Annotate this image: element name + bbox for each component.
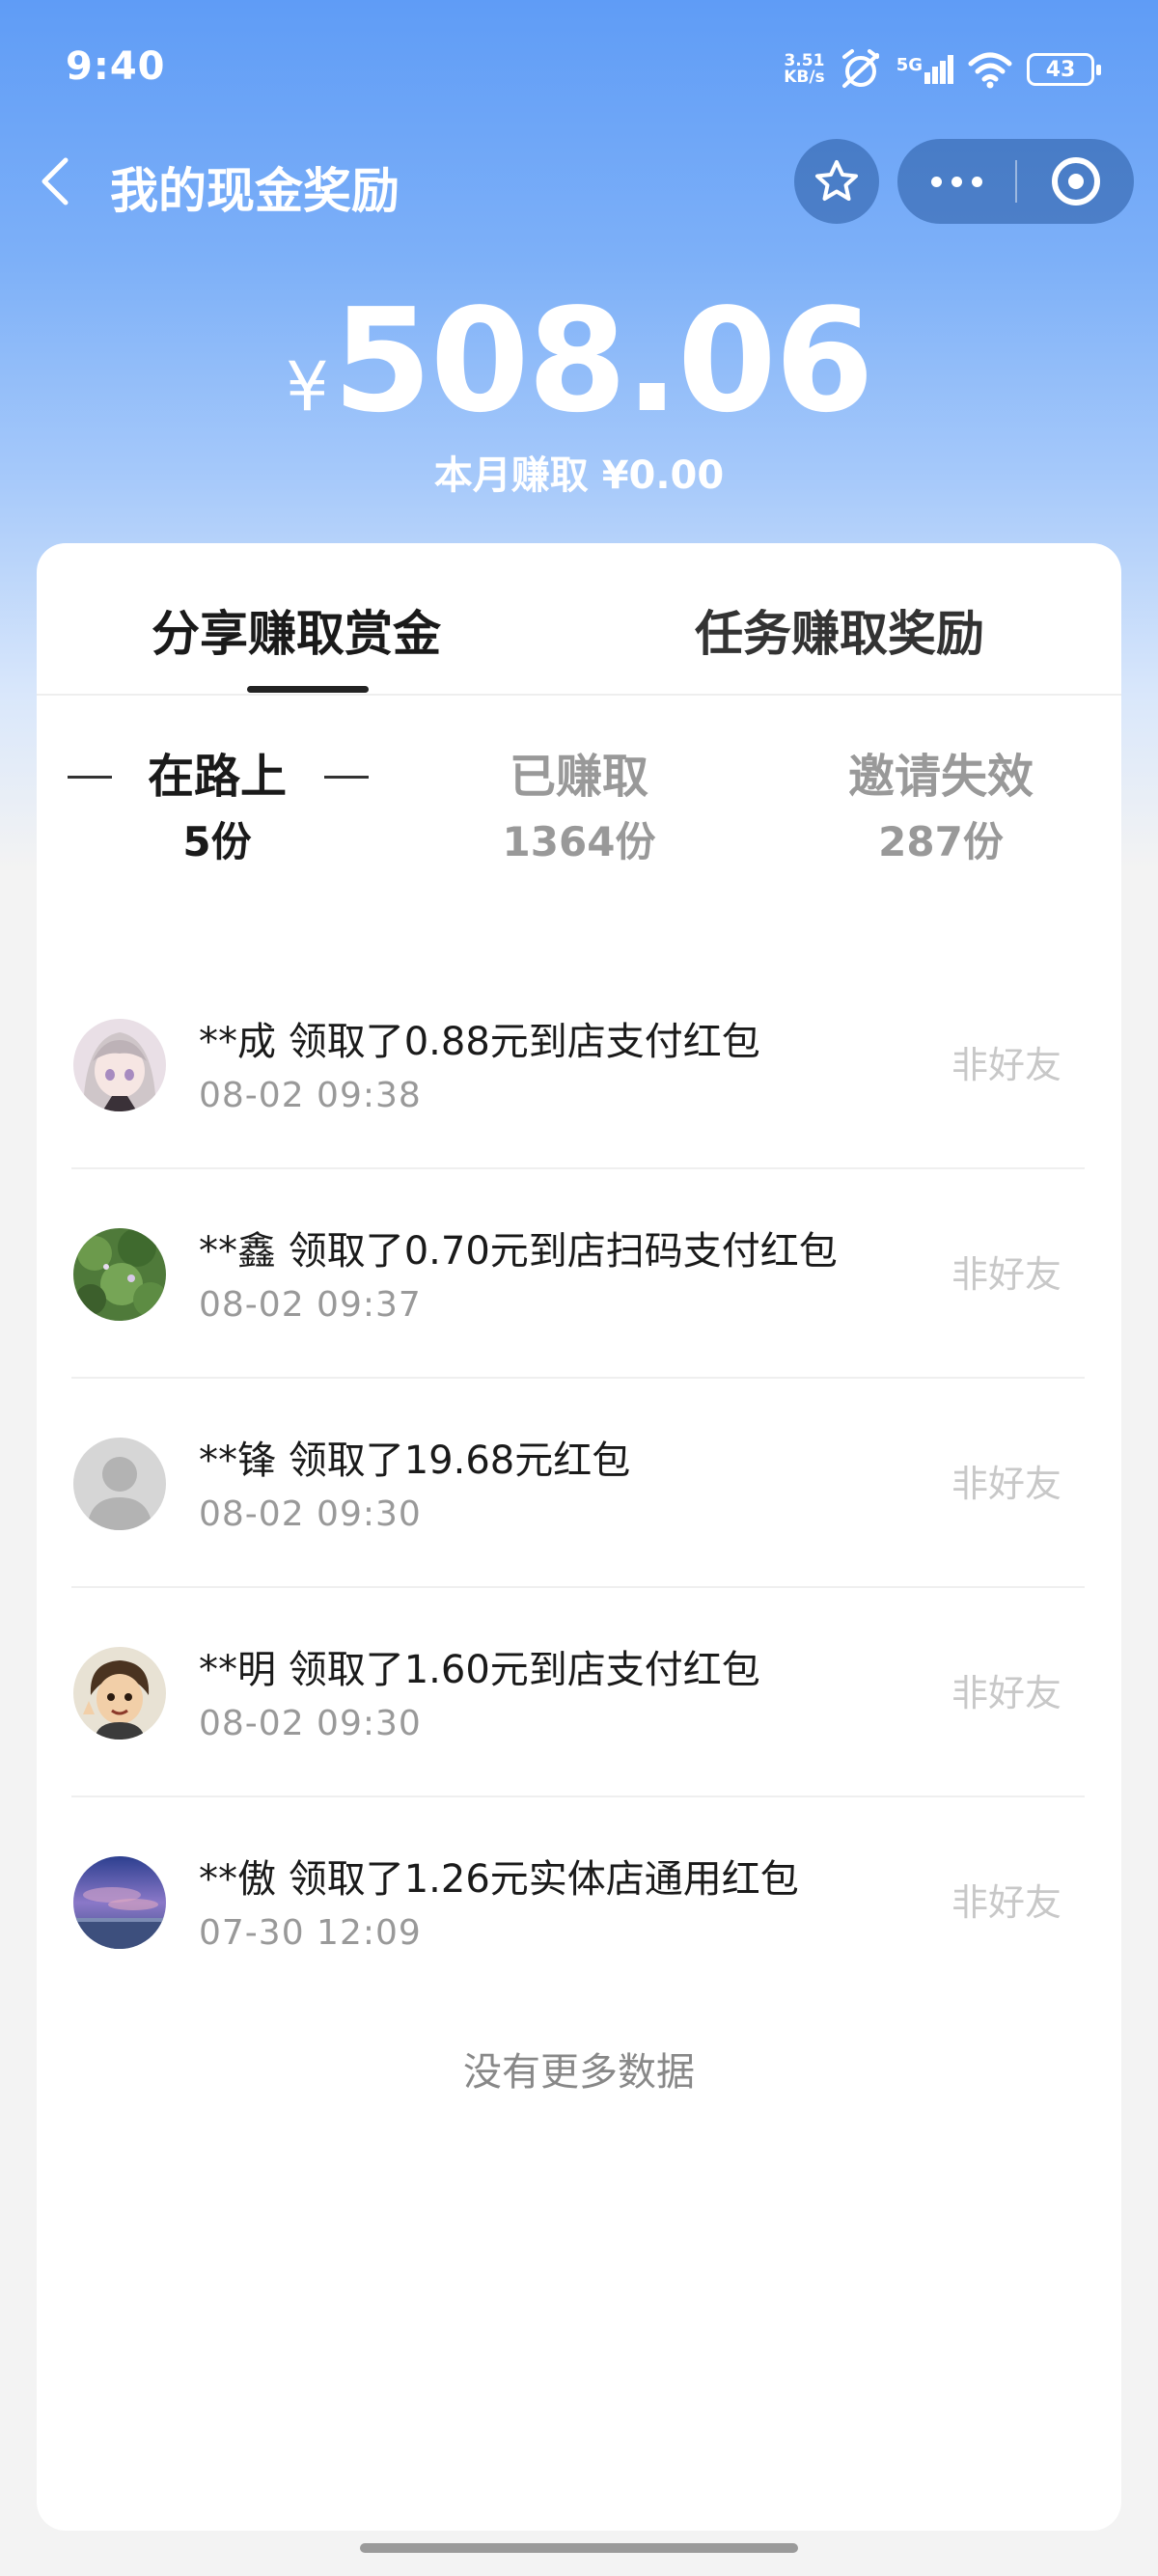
filter-in-progress[interactable]: 在路上 5份 — [37, 746, 398, 871]
avatar — [73, 1647, 166, 1740]
record-time: 08-02 09:38 — [199, 1076, 422, 1115]
main-tabs: 分享赚取赏金 任务赚取奖励 — [37, 543, 1121, 696]
active-tab-indicator — [247, 686, 369, 693]
friend-status: 非好友 — [951, 1881, 1062, 1924]
record-title: **成 领取了0.88元到店支付红包 — [199, 1020, 760, 1064]
friend-status: 非好友 — [951, 1044, 1062, 1086]
wifi-icon — [968, 52, 1012, 89]
filter-earned[interactable]: 已赚取 1364份 — [399, 746, 759, 871]
currency-symbol: ¥ — [286, 347, 329, 426]
record-time: 08-02 09:37 — [199, 1285, 422, 1325]
cellular-signal-icon: 5G — [896, 55, 953, 84]
list-item[interactable]: **成 领取了0.88元到店支付红包 08-02 09:38 非好友 — [37, 960, 1121, 1169]
green-leaves-avatar-icon — [73, 1228, 166, 1321]
record-title: **锋 领取了19.68元红包 — [199, 1439, 631, 1483]
filter-count: 287份 — [878, 818, 1004, 865]
cartoon-boy-avatar-icon — [73, 1647, 166, 1740]
record-time: 08-02 09:30 — [199, 1494, 422, 1534]
list-item[interactable]: **明 领取了1.60元到店支付红包 08-02 09:30 非好友 — [37, 1588, 1121, 1797]
network-type: 5G — [896, 55, 923, 75]
status-time: 9:40 — [66, 44, 166, 89]
no-more-data: 没有更多数据 — [463, 2050, 695, 2095]
home-indicator[interactable] — [360, 2543, 798, 2553]
page-title: 我的现金奖励 — [110, 163, 400, 219]
close-target-icon — [1051, 157, 1100, 206]
more-button[interactable] — [897, 139, 1015, 224]
back-button[interactable] — [33, 151, 81, 212]
record-title: **傲 领取了1.26元实体店通用红包 — [199, 1857, 799, 1902]
friend-status: 非好友 — [951, 1463, 1062, 1505]
record-time: 08-02 09:30 — [199, 1704, 422, 1743]
active-filter-dash-left — [68, 776, 112, 779]
battery-icon: 43 — [1027, 53, 1101, 86]
list-item[interactable]: **傲 领取了1.26元实体店通用红包 07-30 12:09 非好友 — [37, 1797, 1121, 2007]
anime-girl-avatar-icon — [73, 1019, 166, 1111]
list-item[interactable]: **鑫 领取了0.70元到店扫码支付红包 08-02 09:37 非好友 — [37, 1169, 1121, 1379]
battery-level: 43 — [1045, 57, 1076, 82]
tab-task-rewards[interactable]: 任务赚取奖励 — [695, 595, 984, 665]
status-filter-tabs: 在路上 5份 已赚取 1364份 邀请失效 287份 — [37, 746, 1121, 891]
network-speed: 3.51 KB/s — [784, 53, 824, 86]
close-button[interactable] — [1017, 139, 1134, 224]
filter-count: 5份 — [182, 818, 252, 865]
star-icon — [815, 160, 858, 201]
more-icon — [930, 176, 982, 187]
miniprogram-capsule — [897, 139, 1134, 224]
friend-status: 非好友 — [951, 1672, 1062, 1714]
filter-label: 邀请失效 — [847, 750, 1034, 804]
record-time: 07-30 12:09 — [199, 1913, 422, 1953]
alarm-off-icon — [841, 49, 879, 88]
record-title: **鑫 领取了0.70元到店扫码支付红包 — [199, 1229, 838, 1274]
rewards-card: 分享赚取赏金 任务赚取奖励 在路上 5份 已赚取 1364份 邀请失效 287份 — [37, 543, 1121, 2531]
friend-status: 非好友 — [951, 1253, 1062, 1296]
record-list: **成 领取了0.88元到店支付红包 08-02 09:38 非好友 **鑫 领 — [37, 960, 1121, 2007]
list-item[interactable]: **锋 领取了19.68元红包 08-02 09:30 非好友 — [37, 1379, 1121, 1588]
balance-display: ¥ 508.06 — [0, 289, 1158, 432]
sky-landscape-avatar-icon — [73, 1856, 166, 1949]
avatar — [73, 1228, 166, 1321]
total-amount: 508.06 — [332, 278, 874, 444]
filter-label: 已赚取 — [509, 750, 648, 804]
avatar — [73, 1019, 166, 1111]
status-icons: 3.51 KB/s 5G 43 — [784, 44, 1101, 95]
status-bar: 9:40 3.51 KB/s 5G 43 — [0, 0, 1158, 140]
filter-count: 1364份 — [502, 818, 656, 865]
nav-bar: 我的现金奖励 — [0, 133, 1158, 230]
network-speed-unit: KB/s — [784, 68, 825, 87]
active-filter-dash-right — [324, 776, 369, 779]
tab-share-bounty[interactable]: 分享赚取赏金 — [152, 595, 441, 665]
default-user-avatar-icon — [73, 1438, 166, 1530]
record-title: **明 领取了1.60元到店支付红包 — [199, 1648, 760, 1692]
back-arrow-icon — [41, 157, 69, 206]
filter-invalid[interactable]: 邀请失效 287份 — [760, 746, 1121, 871]
avatar — [73, 1856, 166, 1949]
favorite-button[interactable] — [794, 139, 879, 224]
monthly-earnings: 本月赚取 ¥0.00 — [433, 453, 725, 498]
avatar — [73, 1438, 166, 1530]
